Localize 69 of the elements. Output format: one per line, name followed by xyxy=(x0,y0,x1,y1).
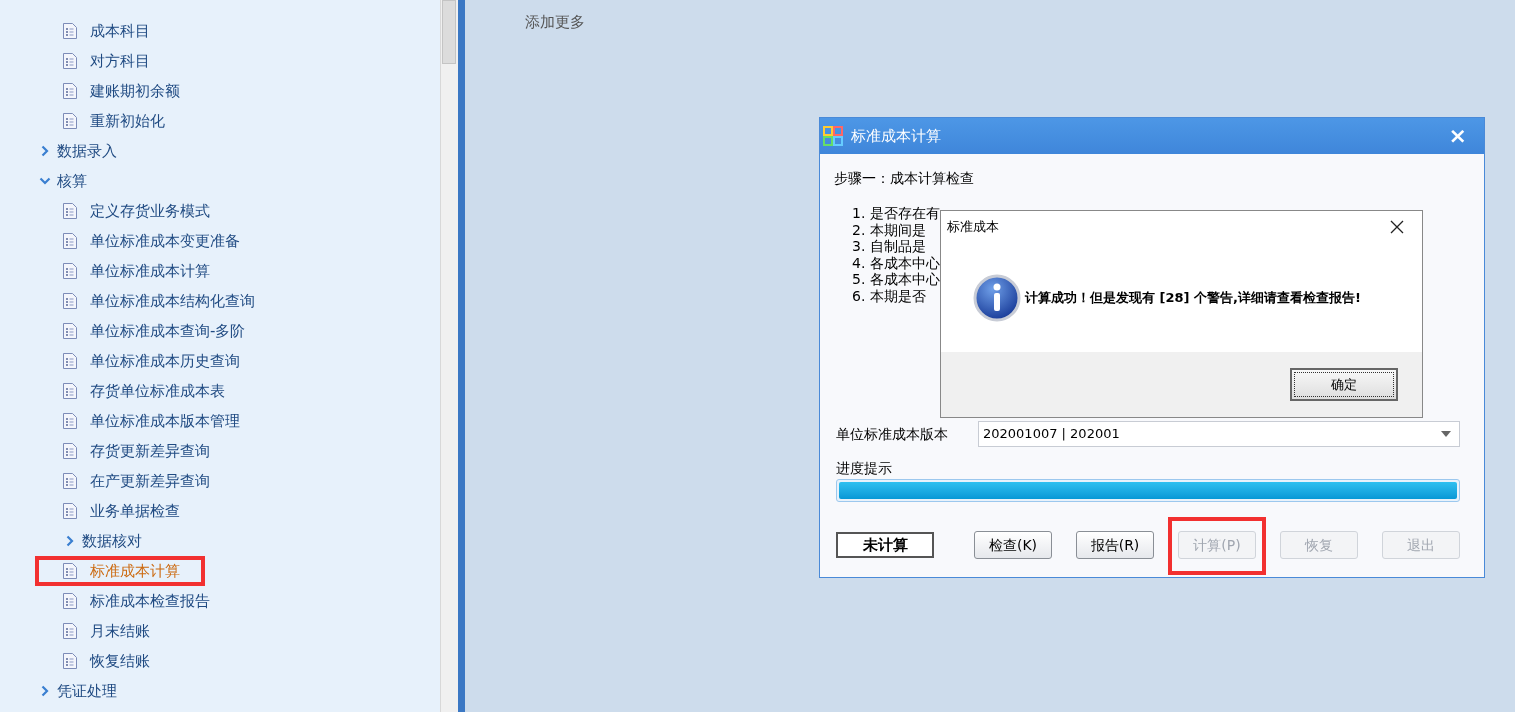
close-icon[interactable] xyxy=(1390,220,1404,234)
tree-item[interactable]: 成本科目 xyxy=(90,19,150,43)
document-icon xyxy=(62,232,78,250)
document-icon xyxy=(62,472,78,490)
tree-item[interactable]: 单位标准成本版本管理 xyxy=(90,409,240,433)
scrollbar[interactable] xyxy=(440,0,458,712)
document-icon xyxy=(62,82,78,100)
progress-label: 进度提示 xyxy=(836,459,892,478)
tree-item[interactable]: 存货更新差异查询 xyxy=(90,439,210,463)
chevron-right-icon[interactable] xyxy=(41,145,49,157)
document-icon xyxy=(62,442,78,460)
tree-item[interactable]: 单位标准成本变更准备 xyxy=(90,229,240,253)
tree-item[interactable]: 定义存货业务模式 xyxy=(90,199,210,223)
document-icon xyxy=(62,652,78,670)
document-icon xyxy=(62,322,78,340)
document-icon xyxy=(62,262,78,280)
tree-group-label[interactable]: 凭证处理 xyxy=(57,679,117,703)
checklist-item: 1. 是否存在有 xyxy=(852,205,940,222)
dialog-button[interactable]: 报告(R) xyxy=(1076,531,1154,559)
ok-button[interactable]: 确定 xyxy=(1290,368,1398,401)
document-icon xyxy=(62,622,78,640)
tree-group-label[interactable]: 数据录入 xyxy=(57,139,117,163)
document-icon xyxy=(62,382,78,400)
chevron-down-icon[interactable] xyxy=(39,177,51,185)
document-icon xyxy=(62,352,78,370)
status-label: 未计算 xyxy=(836,532,934,558)
message-text: 计算成功！但是发现有 [28] 个警告,详细请查看检查报告! xyxy=(1025,288,1361,307)
document-icon xyxy=(62,22,78,40)
dropdown-arrow-icon xyxy=(1441,431,1451,437)
info-icon xyxy=(973,273,1021,322)
chevron-right-icon[interactable] xyxy=(41,685,49,697)
step-title: 步骤一：成本计算检查 xyxy=(834,169,975,188)
tree-group-label[interactable]: 数据核对 xyxy=(82,529,142,553)
version-dropdown[interactable]: 202001007 | 202001 xyxy=(978,421,1460,447)
tree-group-label[interactable]: 核算 xyxy=(57,169,87,193)
chevron-right-icon[interactable] xyxy=(66,535,74,547)
document-icon xyxy=(62,292,78,310)
tree-item[interactable]: 标准成本检查报告 xyxy=(90,589,210,613)
document-icon xyxy=(62,412,78,430)
dropdown-value: 202001007 | 202001 xyxy=(983,425,1120,444)
checklist-item: 4. 各成本中心 xyxy=(852,254,940,271)
document-icon xyxy=(62,52,78,70)
document-icon xyxy=(62,562,78,580)
dialog-button[interactable]: 检查(K) xyxy=(974,531,1052,559)
tree-item[interactable]: 恢复结账 xyxy=(90,649,150,673)
tree-item[interactable]: 建账期初余额 xyxy=(90,79,180,103)
tree-item[interactable]: 对方科目 xyxy=(90,49,150,73)
tree-item[interactable]: 业务单据检查 xyxy=(90,499,180,523)
checklist-item: 2. 本期间是 xyxy=(852,221,926,238)
tree-item[interactable]: 月末结账 xyxy=(90,619,150,643)
document-icon xyxy=(62,592,78,610)
document-icon xyxy=(62,502,78,520)
tree-item[interactable]: 重新初始化 xyxy=(90,109,165,133)
dialog-title: 标准成本计算 xyxy=(851,125,941,147)
add-more-link[interactable]: 添加更多 xyxy=(525,11,585,34)
message-box-title: 标准成本 xyxy=(947,218,999,237)
tree-item[interactable]: 单位标准成本历史查询 xyxy=(90,349,240,373)
tree-item[interactable]: 存货单位标准成本表 xyxy=(90,379,225,403)
checklist-item: 5. 各成本中心 xyxy=(852,271,940,288)
tree-item[interactable]: 单位标准成本查询-多阶 xyxy=(90,319,246,343)
checklist-item: 6. 本期是否 xyxy=(852,287,926,304)
tree-item[interactable]: 在产更新差异查询 xyxy=(90,469,210,493)
document-icon xyxy=(62,112,78,130)
field-label: 单位标准成本版本 xyxy=(836,424,949,444)
app-logo-icon xyxy=(823,126,843,146)
document-icon xyxy=(62,202,78,220)
checklist-item: 3. 自制品是 xyxy=(852,238,926,255)
tree-item[interactable]: 单位标准成本计算 xyxy=(90,259,210,283)
tree-item[interactable]: 单位标准成本结构化查询 xyxy=(90,289,255,313)
